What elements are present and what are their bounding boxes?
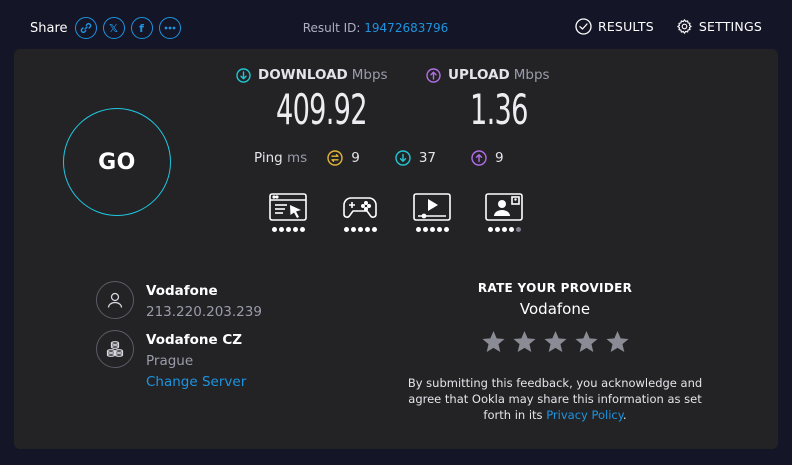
results-panel: GO DOWNLOAD Mbps 409.92 UPLOAD Mbps 1.36… bbox=[14, 49, 778, 449]
rating-dot-filled bbox=[364, 227, 370, 232]
star-4-icon[interactable] bbox=[573, 329, 600, 355]
star-1-icon[interactable] bbox=[480, 329, 507, 355]
app-rating-video-streaming[interactable] bbox=[412, 192, 452, 232]
idle-latency-icon bbox=[327, 150, 343, 166]
privacy-policy-link[interactable]: Privacy Policy bbox=[546, 408, 623, 422]
upload-arrow-icon bbox=[426, 67, 441, 83]
isp-name: Vodafone bbox=[146, 283, 218, 299]
rating-dot-filled bbox=[292, 227, 298, 232]
ping-idle[interactable]: 9 bbox=[327, 150, 360, 166]
upload-header: UPLOAD Mbps bbox=[426, 67, 550, 83]
rating-dot-filled bbox=[429, 227, 435, 232]
gaming-icon bbox=[343, 197, 377, 218]
settings-label: SETTINGS bbox=[698, 19, 762, 34]
upload-unit: Mbps bbox=[513, 67, 550, 83]
user-icon bbox=[107, 292, 123, 308]
disclaimer-end: . bbox=[622, 408, 627, 422]
rating-dot-filled bbox=[415, 227, 421, 232]
rating-dot-filled bbox=[299, 227, 305, 232]
download-label: DOWNLOAD bbox=[258, 67, 348, 83]
rating-dot-filled bbox=[501, 227, 507, 232]
ping-upload-value: 9 bbox=[495, 150, 504, 166]
rating-dots bbox=[415, 227, 450, 232]
rating-dots bbox=[487, 227, 522, 232]
star-2-icon[interactable] bbox=[511, 329, 538, 355]
settings-link[interactable]: SETTINGS bbox=[676, 18, 762, 35]
server-name: Vodafone CZ bbox=[146, 332, 243, 348]
app-ratings bbox=[268, 192, 556, 232]
upload-latency-icon bbox=[471, 150, 487, 166]
isp-avatar bbox=[96, 281, 134, 319]
upload-value: 1.36 bbox=[470, 85, 528, 134]
rating-dot-empty bbox=[515, 227, 521, 232]
video-call-icon bbox=[485, 193, 523, 221]
star-5-icon[interactable] bbox=[604, 329, 631, 355]
rating-dot-filled bbox=[350, 227, 356, 232]
rating-dot-filled bbox=[271, 227, 277, 232]
ping-label-text: Ping bbox=[254, 150, 283, 166]
ping-download[interactable]: 37 bbox=[395, 150, 436, 166]
rate-title: RATE YOUR PROVIDER bbox=[477, 281, 633, 295]
rating-dot-filled bbox=[285, 227, 291, 232]
feedback-disclaimer: By submitting this feedback, you acknowl… bbox=[393, 375, 717, 423]
video-streaming-icon bbox=[413, 193, 451, 221]
server-city: Prague bbox=[146, 353, 194, 369]
results-label: RESULTS bbox=[597, 19, 654, 34]
star-rating bbox=[393, 329, 717, 355]
download-header: DOWNLOAD Mbps bbox=[236, 67, 388, 83]
ping-download-value: 37 bbox=[418, 150, 436, 166]
results-link[interactable]: RESULTS bbox=[575, 18, 654, 35]
rating-dot-filled bbox=[436, 227, 442, 232]
gear-icon bbox=[677, 19, 692, 34]
result-id-link[interactable]: 19472683796 bbox=[364, 21, 448, 35]
rating-dot-filled bbox=[422, 227, 428, 232]
ping-idle-value: 9 bbox=[351, 150, 360, 166]
app-rating-gaming[interactable] bbox=[340, 192, 380, 232]
server-avatar bbox=[96, 330, 134, 368]
result-id-label: Result ID: bbox=[302, 21, 361, 35]
upload-label: UPLOAD bbox=[448, 67, 510, 83]
top-bar: Share 𝕏 f Result ID: 19472683796 RESULTS… bbox=[0, 0, 792, 49]
server-icon bbox=[106, 341, 124, 357]
rate-provider: RATE YOUR PROVIDER Vodafone By submittin… bbox=[393, 281, 717, 423]
download-value: 409.92 bbox=[276, 85, 368, 134]
change-server-link[interactable]: Change Server bbox=[146, 374, 246, 390]
rating-dot-filled bbox=[494, 227, 500, 232]
ping-upload[interactable]: 9 bbox=[471, 150, 504, 166]
download-arrow-icon bbox=[236, 67, 251, 83]
rating-dot-filled bbox=[371, 227, 377, 232]
app-rating-video-call[interactable] bbox=[484, 192, 524, 232]
rating-dot-filled bbox=[487, 227, 493, 232]
download-latency-icon bbox=[395, 150, 411, 166]
web-browsing-icon bbox=[269, 193, 307, 221]
ping-unit: ms bbox=[287, 150, 308, 166]
check-circle-icon bbox=[575, 18, 592, 35]
ping-label: Ping ms bbox=[254, 150, 307, 166]
rating-dot-filled bbox=[278, 227, 284, 232]
rating-dot-filled bbox=[357, 227, 363, 232]
server-info: Vodafone CZ Prague Change Server bbox=[96, 330, 246, 390]
isp-ip: 213.220.203.239 bbox=[146, 304, 262, 320]
rating-dot-filled bbox=[508, 227, 514, 232]
star-3-icon[interactable] bbox=[542, 329, 569, 355]
rate-provider-name: Vodafone bbox=[519, 300, 591, 318]
rating-dots bbox=[271, 227, 306, 232]
rating-dots bbox=[343, 227, 378, 232]
top-nav: RESULTS SETTINGS bbox=[553, 18, 762, 35]
rating-dot-filled bbox=[343, 227, 349, 232]
go-button[interactable]: GO bbox=[63, 108, 171, 216]
app-rating-web-browsing[interactable] bbox=[268, 192, 308, 232]
download-unit: Mbps bbox=[351, 67, 388, 83]
ping-row: Ping ms 9 37 9 bbox=[254, 150, 539, 166]
rating-dot-filled bbox=[443, 227, 449, 232]
isp-info: Vodafone 213.220.203.239 bbox=[96, 281, 262, 320]
